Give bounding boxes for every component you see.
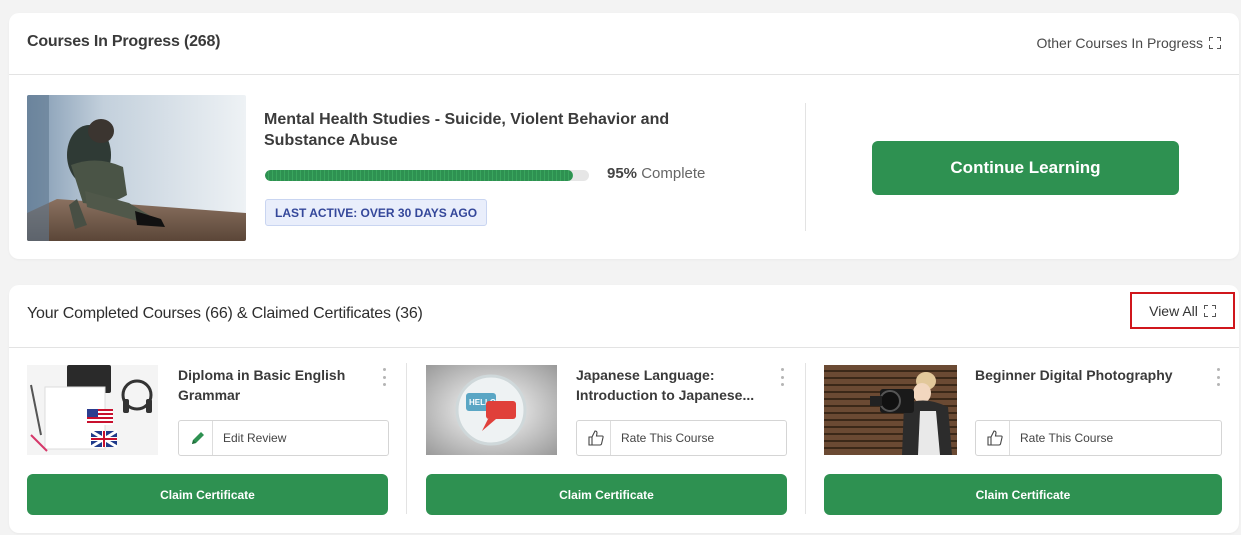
claim-certificate-button[interactable]: Claim Certificate [27, 474, 388, 515]
view-all-label[interactable]: View All [1149, 303, 1198, 319]
expand-icon[interactable] [1203, 304, 1216, 317]
view-all-link[interactable]: View All [1130, 292, 1235, 329]
course-thumbnail[interactable] [824, 365, 957, 455]
last-active-badge: LAST ACTIVE: OVER 30 DAYS AGO [265, 199, 488, 226]
progress-bar-fill [265, 170, 573, 181]
edit-review-label[interactable]: Edit Review [223, 431, 286, 445]
edit-review-button[interactable]: Edit Review [178, 420, 389, 456]
claim-certificate-button[interactable]: Claim Certificate [426, 474, 787, 515]
rate-course-button[interactable]: Rate This Course [576, 420, 787, 456]
rate-course-button[interactable]: Rate This Course [975, 420, 1222, 456]
expand-icon[interactable] [1209, 37, 1221, 49]
course-thumbnail[interactable] [27, 365, 158, 455]
rate-course-label[interactable]: Rate This Course [1020, 431, 1113, 445]
divider [805, 363, 806, 514]
pencil-icon [183, 421, 213, 455]
courses-in-progress-card: Courses In Progress (268) Other Courses … [9, 13, 1239, 259]
divider [805, 103, 806, 231]
other-courses-link[interactable]: Other Courses In Progress [1036, 35, 1221, 51]
progress-bar [265, 170, 589, 181]
claim-certificate-button[interactable]: Claim Certificate [824, 474, 1222, 515]
course-thumbnail[interactable]: HELLO [426, 365, 557, 455]
section-title: Your Completed Courses (66) & Claimed Ce… [27, 305, 423, 322]
course-thumbnail[interactable] [27, 95, 246, 241]
thumbs-up-icon [980, 421, 1010, 455]
course-title[interactable]: Mental Health Studies - Suicide, Violent… [264, 109, 724, 151]
progress-text: 95% Complete [607, 165, 705, 182]
rate-course-label[interactable]: Rate This Course [621, 431, 714, 445]
progress-value: 95% [607, 165, 638, 182]
course-title[interactable]: Japanese Language: Introduction to Japan… [576, 365, 771, 405]
more-options-icon[interactable] [383, 368, 387, 386]
section-title: Courses In Progress (268) [27, 33, 221, 50]
progress-suffix: Complete [641, 165, 706, 182]
more-options-icon[interactable] [1217, 368, 1221, 386]
completed-courses-card: Your Completed Courses (66) & Claimed Ce… [9, 285, 1239, 533]
thumbs-up-icon [581, 421, 611, 455]
card-header: Your Completed Courses (66) & Claimed Ce… [9, 285, 1239, 348]
card-header: Courses In Progress (268) Other Courses … [9, 13, 1239, 75]
more-options-icon[interactable] [781, 368, 785, 386]
continue-learning-button[interactable]: Continue Learning [872, 141, 1179, 195]
divider [406, 363, 407, 514]
other-courses-label[interactable]: Other Courses In Progress [1036, 35, 1203, 51]
course-title[interactable]: Diploma in Basic English Grammar [178, 365, 373, 405]
course-title[interactable]: Beginner Digital Photography [975, 365, 1205, 385]
